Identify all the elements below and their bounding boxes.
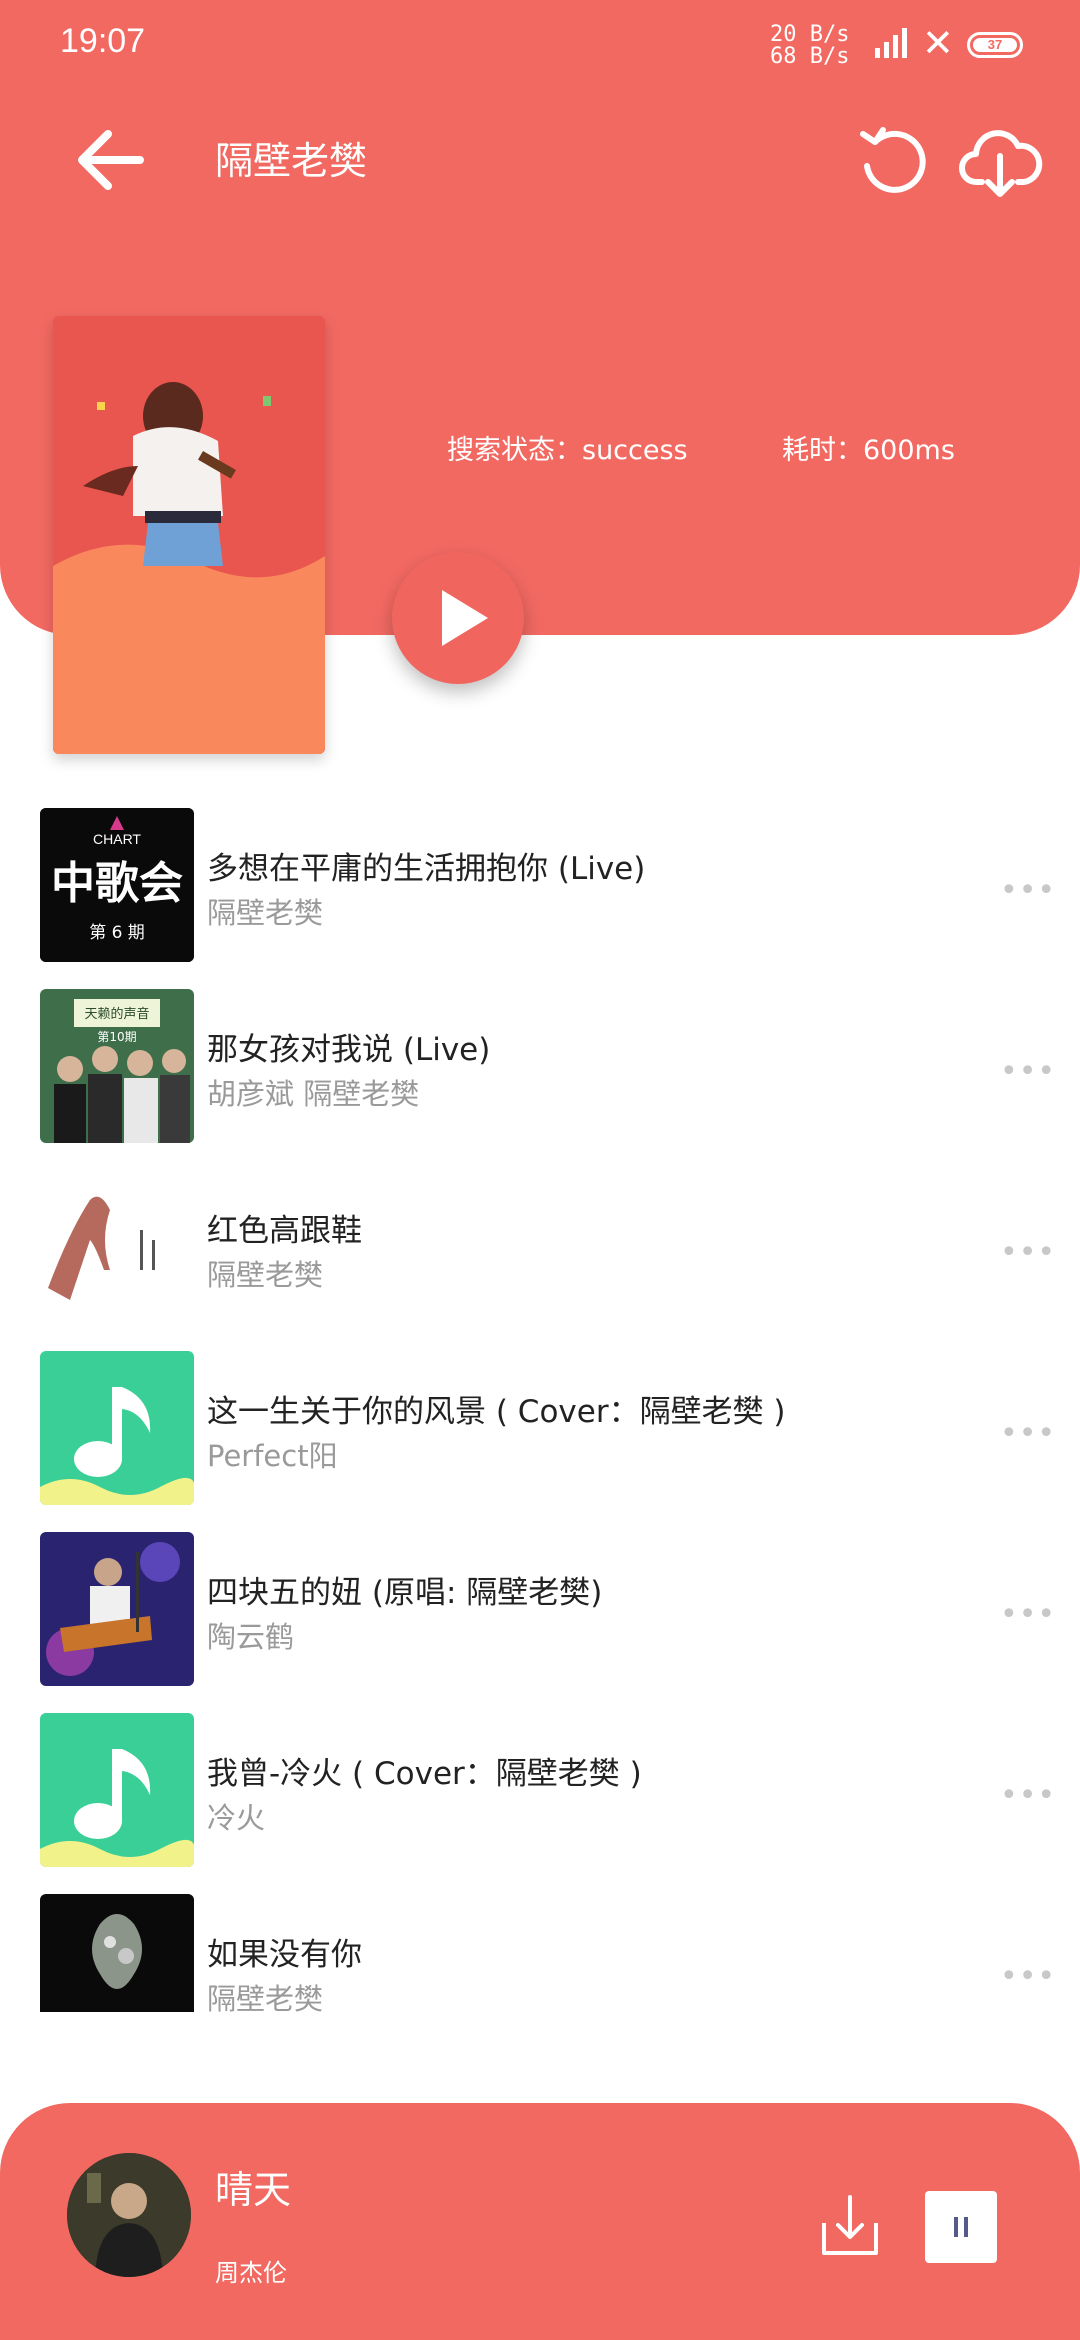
song-thumbnail	[40, 1532, 194, 1686]
more-options-icon[interactable]: •••	[1000, 873, 1056, 908]
more-options-icon[interactable]: •••	[1000, 1597, 1056, 1632]
song-artist: 陶云鹤	[207, 1620, 295, 1654]
song-row[interactable]: 我曾-冷火 ( Cover：隔壁老樊 ) 冷火 •••	[0, 1713, 1080, 1873]
song-row[interactable]: 这一生关于你的风景 ( Cover：隔壁老樊 ) Perfect阳 •••	[0, 1351, 1080, 1511]
song-thumbnail	[40, 1170, 194, 1324]
more-options-icon[interactable]: •••	[1000, 1416, 1056, 1451]
page-title: 隔壁老樊	[215, 139, 368, 183]
elapsed-time: 耗时：600ms	[782, 435, 955, 466]
song-artist: 隔壁老樊	[207, 1258, 324, 1292]
music-note-thumbnail	[40, 1713, 194, 1867]
pause-button[interactable]	[925, 2191, 997, 2263]
status-bar: 19:07 20 B/s 68 B/s ✕ 37	[0, 0, 1080, 95]
more-options-icon[interactable]: •••	[1000, 1778, 1056, 1813]
now-playing-title: 晴天	[215, 2168, 292, 2212]
song-artist: 隔壁老樊	[207, 1982, 324, 2016]
song-row[interactable]: 四块五的妞 (原唱: 隔壁老樊) 陶云鹤 •••	[0, 1532, 1080, 1692]
music-note-thumbnail	[40, 1351, 194, 1505]
refresh-icon[interactable]	[853, 120, 933, 200]
thumb-show-title: 天赖的声音	[84, 1006, 149, 1022]
now-playing-avatar	[67, 2153, 191, 2277]
song-title: 如果没有你	[207, 1937, 362, 1973]
cloud-download-icon[interactable]	[958, 120, 1043, 200]
more-options-icon[interactable]: •••	[1000, 1054, 1056, 1089]
song-thumbnail: CHART 中歌会 第 6 期	[40, 808, 194, 962]
status-time: 19:07	[60, 22, 146, 60]
song-thumbnail	[40, 1894, 194, 2012]
play-icon	[442, 590, 488, 646]
song-artist: 冷火	[207, 1801, 266, 1835]
more-options-icon[interactable]: •••	[1000, 1235, 1056, 1270]
search-status: 搜索状态：success	[447, 435, 688, 466]
song-artist: Perfect阳	[207, 1439, 338, 1473]
song-row[interactable]: CHART 中歌会 第 6 期 多想在平庸的生活拥抱你 (Live) 隔壁老樊 …	[0, 808, 1080, 968]
download-icon[interactable]	[820, 2193, 880, 2257]
signal-icon	[875, 28, 907, 58]
pause-icon	[954, 2217, 968, 2237]
song-artist: 胡彦斌 隔壁老樊	[207, 1077, 420, 1111]
song-title: 多想在平庸的生活拥抱你 (Live)	[207, 851, 646, 887]
song-title: 我曾-冷火 ( Cover：隔壁老樊 )	[207, 1756, 642, 1792]
net-down: 68 B/s	[770, 44, 850, 69]
battery-icon: 37	[967, 32, 1023, 58]
more-options-icon[interactable]: •••	[1000, 1959, 1056, 1994]
net-up: 20 B/s	[770, 22, 850, 47]
song-title: 四块五的妞 (原唱: 隔壁老樊)	[207, 1575, 603, 1611]
song-title: 这一生关于你的风景 ( Cover：隔壁老樊 )	[207, 1394, 786, 1430]
thumb-chart-text: CHART	[93, 831, 141, 847]
song-artist: 隔壁老樊	[207, 896, 324, 930]
network-speed: 20 B/s 68 B/s	[770, 24, 849, 68]
song-title: 红色高跟鞋	[207, 1213, 362, 1249]
song-thumbnail: 天赖的声音 第10期	[40, 989, 194, 1143]
song-title: 那女孩对我说 (Live)	[207, 1032, 491, 1068]
song-row[interactable]: 如果没有你 隔壁老樊 •••	[0, 1894, 1080, 2054]
thumb-show-title: 中歌会	[51, 858, 183, 909]
play-all-button[interactable]	[392, 552, 524, 684]
no-sim-icon: ✕	[922, 21, 954, 65]
mini-player[interactable]: 晴天 周杰伦	[0, 2103, 1080, 2340]
song-row[interactable]: 天赖的声音 第10期 那女孩对我说 (Live) 胡彦斌 隔壁老樊 •••	[0, 989, 1080, 1149]
song-row[interactable]: 红色高跟鞋 隔壁老樊 •••	[0, 1170, 1080, 1330]
thumb-episode: 第10期	[97, 1030, 136, 1044]
back-arrow-icon[interactable]	[70, 120, 150, 200]
now-playing-artist: 周杰伦	[215, 2259, 287, 2287]
artist-cover-image	[53, 316, 325, 754]
thumb-episode: 第 6 期	[89, 923, 145, 943]
battery-level: 37	[973, 38, 1017, 52]
